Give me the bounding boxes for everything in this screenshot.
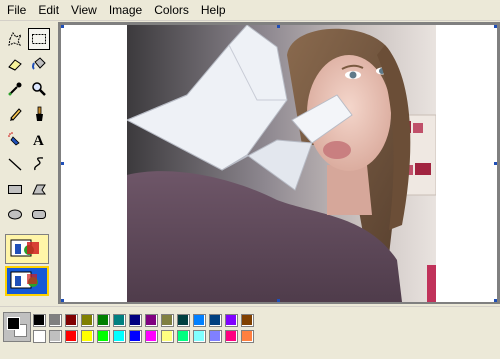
text-icon: A [33,133,44,147]
airbrush-icon [8,132,20,146]
magnifier-icon [32,82,46,96]
resize-handle-w [61,162,64,165]
palette-color-swatch[interactable] [97,330,110,343]
resize-handle-nw [61,25,64,28]
free-form-select-tool[interactable] [4,28,26,50]
tool-box: A [0,22,56,304]
palette-color-swatch[interactable] [65,330,78,343]
palette-color-swatch[interactable] [81,314,94,327]
palette-color-swatch[interactable] [81,330,94,343]
palette-color-swatch[interactable] [177,330,190,343]
rounded-rectangle-tool[interactable] [28,203,50,225]
palette-color-swatch[interactable] [225,314,238,327]
menu-bar: File Edit View Image Colors Help [0,0,500,21]
transparent-selection-icon [10,271,38,289]
palette-color-swatch[interactable] [161,314,174,327]
palette-color-swatch[interactable] [145,314,158,327]
palette-color-swatch[interactable] [209,330,222,343]
palette-color-swatch[interactable] [241,314,254,327]
text-tool[interactable]: A [28,128,50,150]
polygon-icon [32,184,46,195]
pencil-icon [10,108,22,121]
palette-color-swatch[interactable] [193,314,206,327]
palette-color-swatch[interactable] [113,330,126,343]
palette-color-swatch[interactable] [209,314,222,327]
palette-color-swatch[interactable] [65,314,78,327]
rectangle-icon [8,185,22,194]
line-icon [8,158,22,171]
pick-color-tool[interactable] [4,78,26,100]
menu-edit[interactable]: Edit [32,0,65,20]
brush-icon [36,106,43,121]
rounded-rectangle-icon [32,210,46,219]
rectangle-select-tool[interactable] [28,28,50,50]
palette-color-swatch[interactable] [97,314,110,327]
foreground-color-swatch[interactable] [7,317,20,330]
eyedropper-icon [8,82,22,96]
svg-text:A: A [33,133,44,147]
drawing-canvas[interactable] [61,25,497,302]
paint-bucket-icon [32,57,46,70]
rectangle-select-icon [32,34,46,44]
resize-handle-sw [61,299,64,302]
eraser-tool[interactable] [4,53,26,75]
photo-image [127,25,436,302]
magnifier-tool[interactable] [28,78,50,100]
menu-view[interactable]: View [65,0,103,20]
palette-color-swatch[interactable] [193,330,206,343]
palette-color-swatch[interactable] [49,330,62,343]
palette-color-swatch[interactable] [177,314,190,327]
opaque-selection-icon [10,239,39,257]
palette-color-swatch[interactable] [49,314,62,327]
palette-color-swatch[interactable] [225,330,238,343]
rectangle-tool[interactable] [4,178,26,200]
palette-color-swatch[interactable] [241,330,254,343]
free-form-select-icon [8,32,23,46]
brush-tool[interactable] [28,103,50,125]
palette-color-swatch[interactable] [33,330,46,343]
pencil-tool[interactable] [4,103,26,125]
menu-help[interactable]: Help [195,0,232,20]
menu-image[interactable]: Image [103,0,148,20]
curve-tool[interactable] [28,153,50,175]
resize-handle-ne [494,25,497,28]
ellipse-icon [8,209,22,220]
palette-color-swatch[interactable] [161,330,174,343]
palette-color-swatch[interactable] [129,330,142,343]
palette-color-swatch[interactable] [113,314,126,327]
resize-handle-s[interactable] [277,299,280,302]
palette-color-swatch[interactable] [129,314,142,327]
menu-colors[interactable]: Colors [148,0,195,20]
airbrush-tool[interactable] [4,128,26,150]
ellipse-tool[interactable] [4,203,26,225]
resize-handle-e[interactable] [494,162,497,165]
resize-handle-n [277,25,280,28]
curve-icon [34,157,44,171]
polygon-tool[interactable] [28,178,50,200]
palette-color-swatch[interactable] [33,314,46,327]
current-colors [3,312,31,342]
fill-with-color-tool[interactable] [28,53,50,75]
transparency-transparent-option[interactable] [5,266,49,296]
line-tool[interactable] [4,153,26,175]
resize-handle-se[interactable] [494,299,497,302]
transparency-opaque-option[interactable] [5,234,49,264]
menu-file[interactable]: File [0,0,32,20]
eraser-icon [8,59,22,71]
palette-color-swatch[interactable] [145,330,158,343]
